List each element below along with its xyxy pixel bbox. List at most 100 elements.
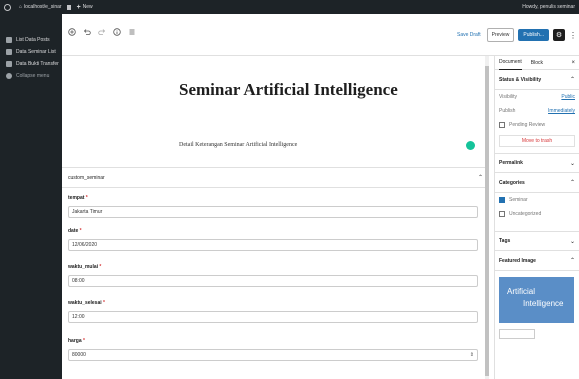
input-value: 12/06/2020 (72, 242, 98, 248)
grammarly-icon[interactable] (466, 141, 475, 150)
tab-block[interactable]: Block (531, 56, 543, 70)
visibility-label: Visibility (499, 94, 517, 100)
my-account-menu[interactable]: Howdy, penulis seminar (522, 4, 575, 10)
featured-image-panel-header[interactable]: Featured Image ⌃ (495, 251, 579, 271)
panel-title: Tags (499, 238, 511, 244)
date-input[interactable]: 12/06/2020 (68, 239, 478, 251)
required-mark: * (103, 300, 105, 306)
content-scrollbar[interactable] (485, 56, 489, 379)
field-label-text: date (68, 228, 79, 234)
category-label: Uncategorized (509, 211, 542, 217)
publish-date-toggle[interactable]: Immediately (548, 108, 575, 114)
status-visibility-panel-header[interactable]: Status & Visibility ⌃ (495, 70, 579, 90)
required-mark: * (99, 264, 102, 270)
sidebar-item-label: Data Bukti Transfer (16, 61, 59, 67)
more-tools-button[interactable]: ⋮ (569, 31, 577, 40)
publish-button[interactable]: Publish... (518, 29, 549, 41)
scrollbar-thumb[interactable] (485, 66, 489, 376)
new-content-menu[interactable]: + New (77, 4, 93, 11)
publish-label: Publish (499, 108, 516, 114)
tempat-input[interactable]: Jakarta Timur (68, 206, 478, 218)
uncategorized-checkbox[interactable] (499, 211, 505, 217)
content-info-button[interactable] (113, 28, 121, 36)
waktu-selesai-input[interactable]: 12:00 (68, 311, 478, 323)
undo-icon (83, 29, 91, 35)
replace-image-button[interactable] (499, 329, 535, 339)
tags-panel-header[interactable]: Tags ⌄ (495, 231, 579, 251)
settings-sidebar: Document Block × Status & Visibility ⌃ V… (494, 56, 579, 379)
header-actions: Save Draft Preview Publish... ⚙ ⋮ (455, 28, 577, 42)
wordpress-logo-icon (4, 3, 11, 11)
plus-circle-icon (68, 28, 76, 36)
permalink-panel-header[interactable]: Permalink ⌄ (495, 153, 579, 173)
admin-sidebar: List Data Posts Data Seminar List Data B… (0, 14, 62, 379)
publish-row: Publish Immediately (495, 104, 579, 118)
list-icon (6, 37, 12, 43)
preview-button[interactable]: Preview (486, 28, 515, 42)
save-draft-button[interactable]: Save Draft (455, 32, 483, 38)
panel-title: Status & Visibility (499, 76, 542, 83)
featured-image-text-line2: Intelligence (523, 299, 564, 308)
panel-title: Categories (499, 179, 525, 186)
field-label: tempat * (68, 195, 482, 201)
undo-button[interactable] (83, 28, 91, 36)
chevron-down-icon: ⌄ (569, 160, 575, 167)
settings-tabs: Document Block × (495, 56, 579, 70)
wp-logo-menu[interactable] (4, 3, 14, 11)
field-harga: harga * 80000 ⇕ (68, 338, 482, 361)
visibility-toggle[interactable]: Public (561, 94, 575, 100)
input-value: Jakarta Timur (72, 209, 103, 215)
categories-panel-header[interactable]: Categories ⌃ (495, 173, 579, 193)
comments-link[interactable] (66, 4, 72, 10)
chevron-down-icon: ⌄ (569, 238, 575, 245)
add-block-button[interactable] (68, 28, 76, 36)
field-label-text: waktu_mulai (68, 264, 99, 270)
block-navigation-button[interactable] (128, 28, 136, 36)
collapse-label: Collapse menu (16, 73, 50, 79)
collapse-menu-button[interactable]: Collapse menu (0, 70, 62, 82)
editor-content: Seminar Artificial Intelligence Detail K… (62, 56, 489, 379)
field-label: harga * (68, 338, 482, 344)
number-spinner-icon[interactable]: ⇕ (470, 352, 474, 358)
sidebar-item-data-bukti-transfer[interactable]: Data Bukti Transfer (0, 58, 62, 70)
post-title[interactable]: Seminar Artificial Intelligence (179, 78, 399, 101)
category-seminar[interactable]: Seminar (495, 193, 579, 207)
list-icon (6, 61, 12, 67)
close-icon[interactable]: × (571, 60, 575, 66)
seminar-checkbox[interactable] (499, 197, 505, 203)
field-label: date * (68, 228, 482, 234)
paragraph-block[interactable]: Detail Keterangan Seminar Artificial Int… (179, 142, 297, 148)
move-to-trash-button[interactable]: Move to trash (499, 135, 575, 147)
chevron-up-icon: ⌃ (569, 258, 575, 264)
sidebar-item-list-data-posts[interactable]: List Data Posts (0, 34, 62, 46)
metabox-header[interactable]: custom_seminar ⌃ (62, 168, 489, 188)
required-mark: * (83, 338, 85, 344)
editor-toolbar (68, 28, 136, 36)
harga-input[interactable]: 80000 ⇕ (68, 349, 478, 361)
collapse-icon (6, 73, 12, 79)
field-label-text: tempat (68, 195, 85, 201)
category-uncategorized[interactable]: Uncategorized (495, 207, 579, 221)
waktu-mulai-input[interactable]: 08:00 (68, 275, 478, 287)
pending-review-label: Pending Review (509, 122, 546, 128)
info-icon (113, 28, 121, 36)
panel-title: Permalink (499, 160, 523, 166)
field-label-text: harga (68, 338, 82, 344)
redo-icon (98, 29, 106, 35)
metabox-title: custom_seminar (68, 174, 105, 181)
featured-image-preview[interactable]: Artificial Intelligence (499, 277, 574, 323)
chevron-up-icon[interactable]: ⌃ (478, 174, 483, 181)
visibility-row: Visibility Public (495, 90, 579, 104)
sidebar-item-label: Data Seminar List (16, 49, 56, 55)
field-tempat: tempat * Jakarta Timur (68, 195, 482, 218)
redo-button[interactable] (98, 28, 106, 36)
sidebar-item-data-seminar-list[interactable]: Data Seminar List (0, 46, 62, 58)
field-date: date * 12/06/2020 (68, 228, 482, 251)
tab-document[interactable]: Document (499, 56, 522, 70)
pending-review-row[interactable]: Pending Review (495, 118, 579, 132)
settings-button[interactable]: ⚙ (553, 29, 565, 41)
featured-image-text-line1: Artificial (507, 287, 536, 296)
pending-review-checkbox[interactable] (499, 122, 505, 128)
sidebar-item-label: List Data Posts (16, 37, 50, 43)
site-name-link[interactable]: ⌂ localhost/e_sinar (19, 4, 62, 10)
